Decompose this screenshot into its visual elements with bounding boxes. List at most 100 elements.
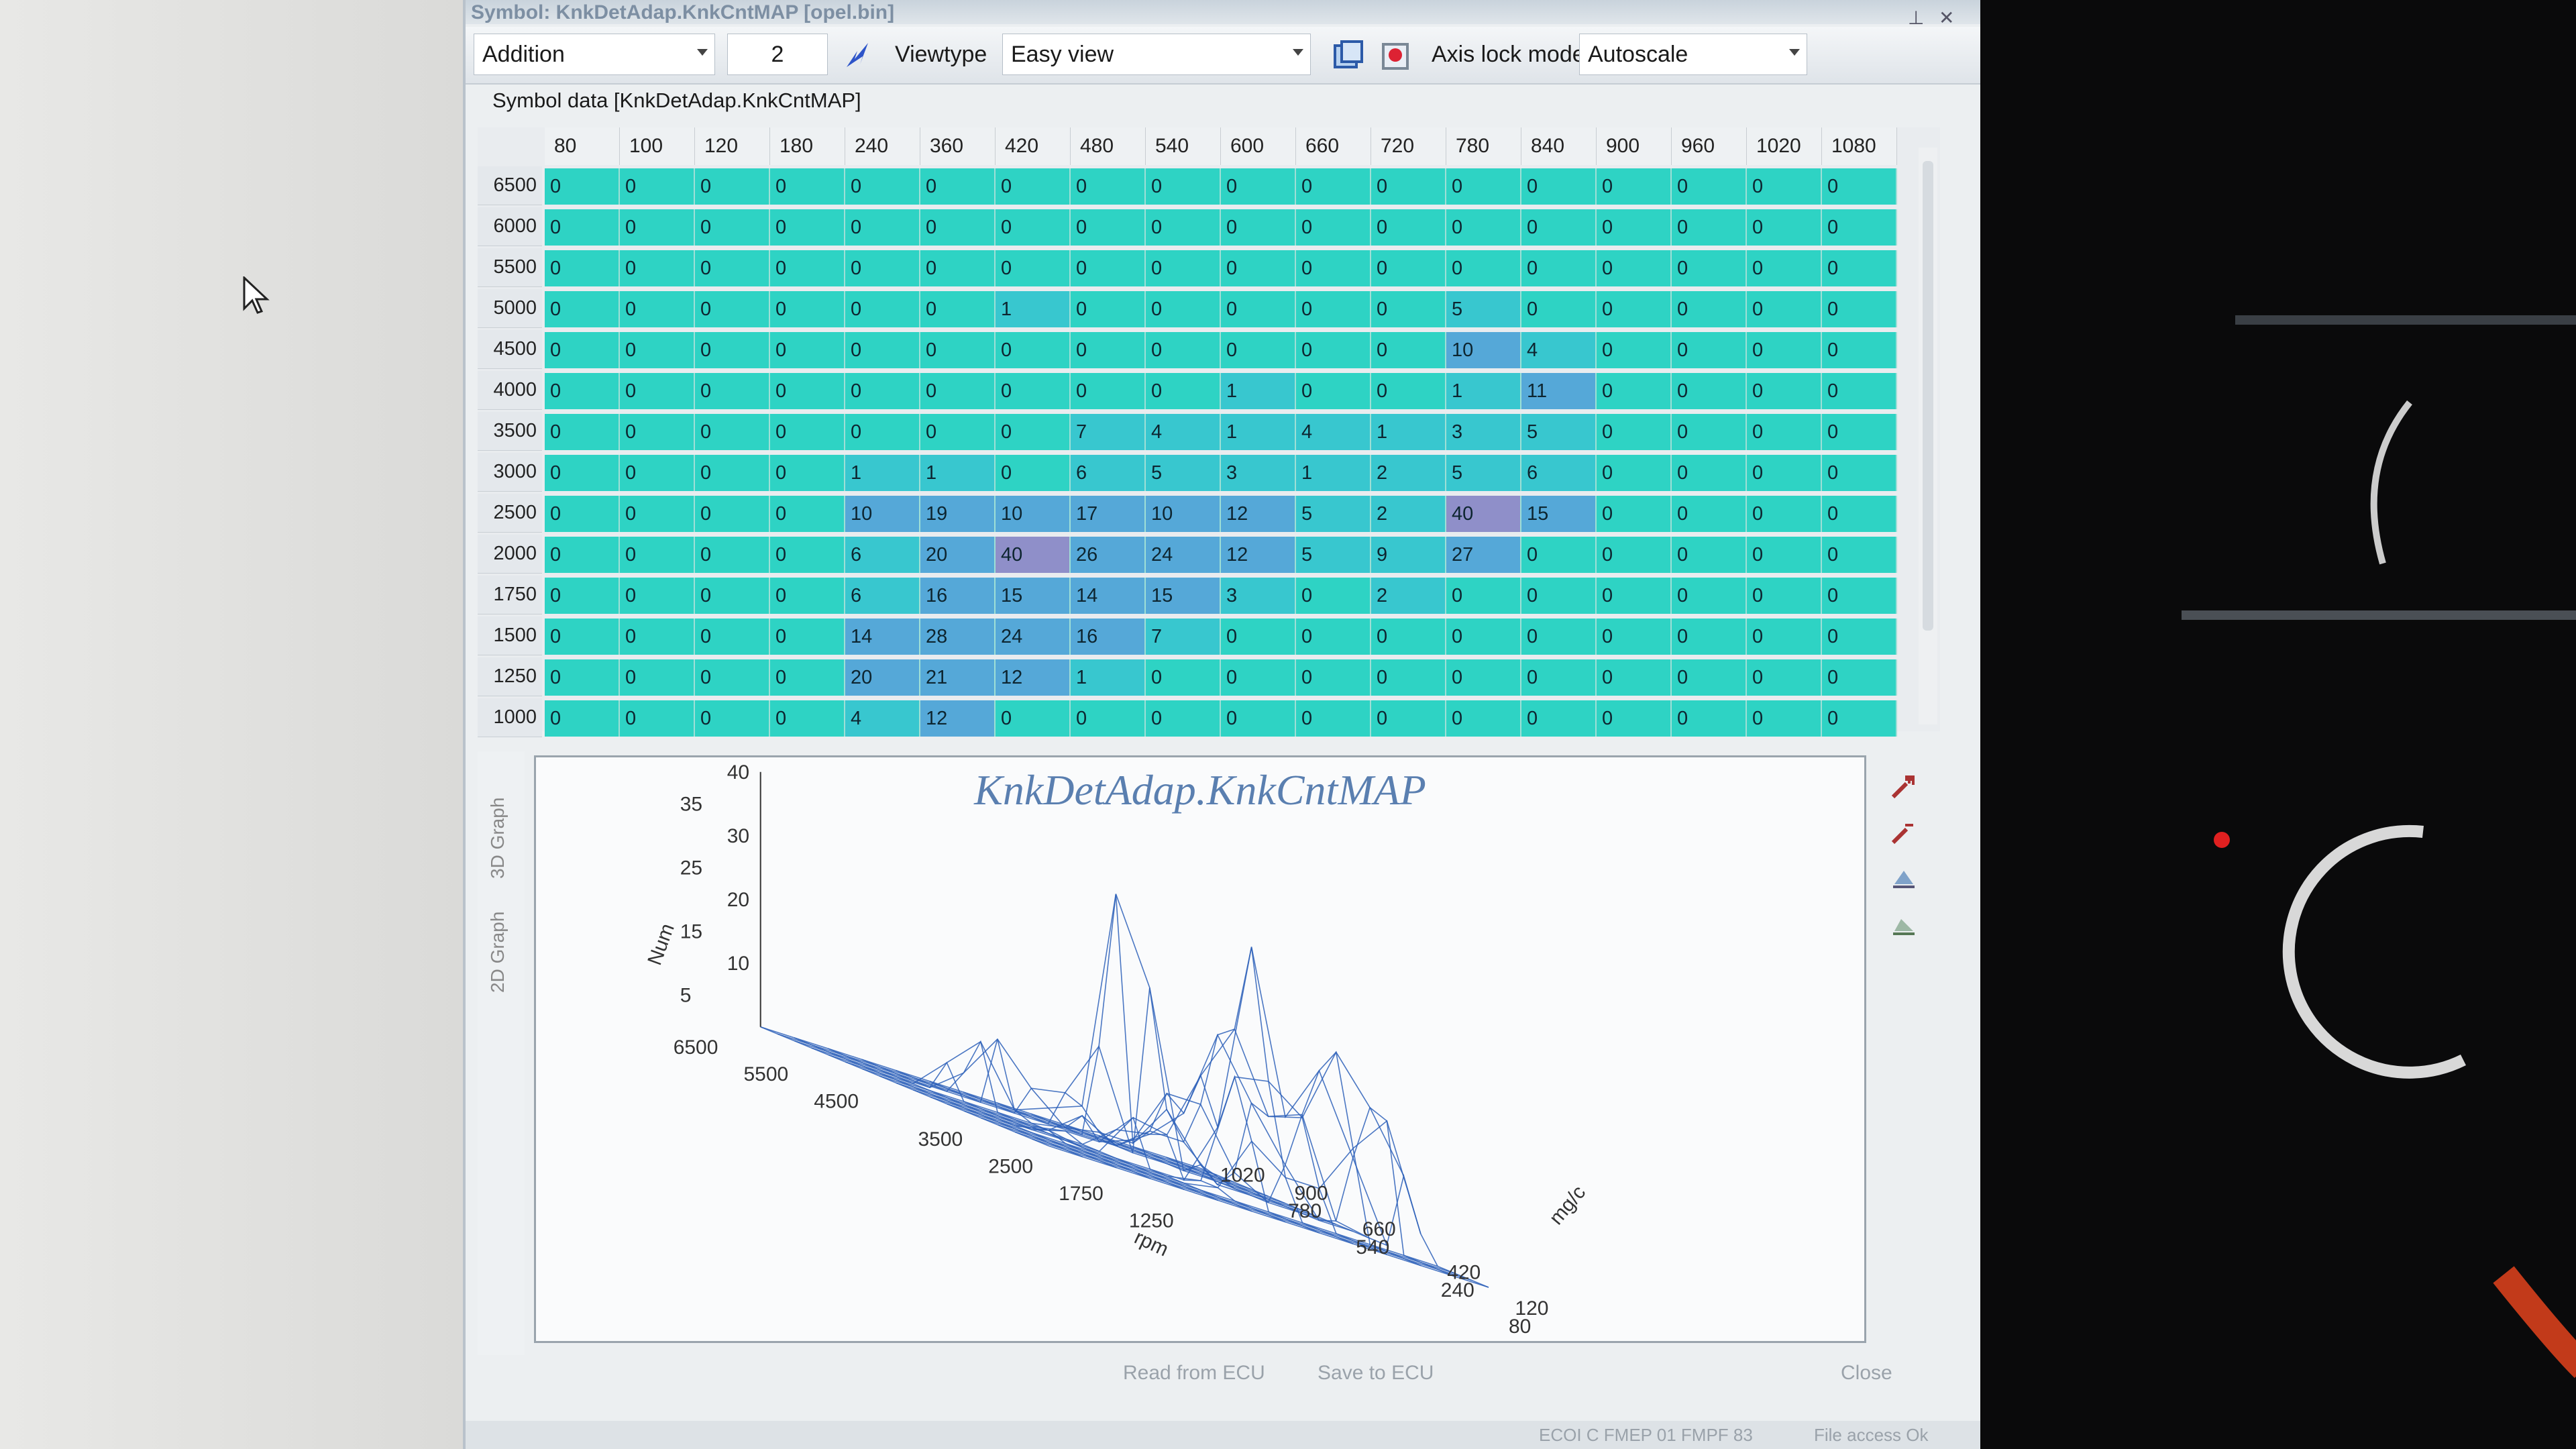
- map-cell[interactable]: 0: [1597, 250, 1672, 286]
- map-cell[interactable]: 0: [920, 332, 996, 368]
- map-cell[interactable]: 0: [1747, 373, 1822, 409]
- map-cell[interactable]: 0: [1822, 619, 1897, 655]
- tab-3d-graph[interactable]: 3D Graph: [487, 798, 508, 879]
- map-cell[interactable]: 0: [1446, 168, 1521, 205]
- map-cell[interactable]: 16: [1071, 619, 1146, 655]
- map-cell[interactable]: 0: [1146, 291, 1221, 327]
- map-cell[interactable]: 0: [620, 619, 695, 655]
- map-cell[interactable]: 0: [920, 209, 996, 246]
- map-cell[interactable]: 0: [1071, 373, 1146, 409]
- map-cell[interactable]: 14: [845, 619, 920, 655]
- map-cell[interactable]: 2: [1371, 578, 1446, 614]
- map-cell[interactable]: 0: [996, 414, 1071, 450]
- map-cell[interactable]: 0: [1822, 250, 1897, 286]
- map-cell[interactable]: 2: [1371, 496, 1446, 532]
- map-cell[interactable]: 0: [1747, 332, 1822, 368]
- map-cell[interactable]: 0: [1371, 659, 1446, 696]
- map-cell[interactable]: 0: [1672, 332, 1747, 368]
- map-cell[interactable]: 5: [1296, 537, 1371, 573]
- zoom-out-icon[interactable]: [1886, 814, 1921, 849]
- map-cell[interactable]: 0: [996, 168, 1071, 205]
- map-cell[interactable]: 28: [920, 619, 996, 655]
- map-cell[interactable]: 5: [1446, 291, 1521, 327]
- map-cell[interactable]: 10: [1146, 496, 1221, 532]
- map-cell[interactable]: 0: [545, 168, 620, 205]
- map-cell[interactable]: 0: [545, 619, 620, 655]
- map-cell[interactable]: 0: [1597, 700, 1672, 737]
- scrollbar-thumb[interactable]: [1923, 161, 1933, 631]
- operation-select[interactable]: Addition: [474, 34, 715, 75]
- map-cell[interactable]: 1: [1446, 373, 1521, 409]
- map-cell[interactable]: 0: [1146, 209, 1221, 246]
- map-cell[interactable]: 0: [1371, 373, 1446, 409]
- map-cell[interactable]: 0: [770, 250, 845, 286]
- map-cell[interactable]: 0: [620, 700, 695, 737]
- map-cell[interactable]: 0: [920, 291, 996, 327]
- map-cell[interactable]: 0: [1146, 659, 1221, 696]
- map-cell[interactable]: 2: [1371, 455, 1446, 491]
- map-cell[interactable]: 5: [1146, 455, 1221, 491]
- map-cell[interactable]: 5: [1296, 496, 1371, 532]
- map-cell[interactable]: 0: [770, 209, 845, 246]
- map-cell[interactable]: 0: [1822, 455, 1897, 491]
- map-cell[interactable]: 0: [1747, 659, 1822, 696]
- map-cell[interactable]: 10: [845, 496, 920, 532]
- map-cell[interactable]: 27: [1446, 537, 1521, 573]
- map-cell[interactable]: 0: [996, 250, 1071, 286]
- map-cell[interactable]: 0: [1446, 578, 1521, 614]
- map-cell[interactable]: 0: [845, 373, 920, 409]
- map-cell[interactable]: 0: [1597, 168, 1672, 205]
- map-cell[interactable]: 0: [620, 291, 695, 327]
- map-cell[interactable]: 21: [920, 659, 996, 696]
- map-cell[interactable]: 0: [620, 414, 695, 450]
- map-cell[interactable]: 0: [996, 209, 1071, 246]
- map-cell[interactable]: 0: [1597, 537, 1672, 573]
- map-cell[interactable]: 0: [1071, 209, 1146, 246]
- map-cell[interactable]: 0: [996, 455, 1071, 491]
- map-cell[interactable]: 0: [545, 373, 620, 409]
- map-cell[interactable]: 0: [545, 578, 620, 614]
- map-cell[interactable]: 0: [1296, 659, 1371, 696]
- map-cell[interactable]: 0: [1521, 168, 1597, 205]
- map-cell[interactable]: 0: [1146, 700, 1221, 737]
- map-cell[interactable]: 0: [695, 414, 770, 450]
- map-cell[interactable]: 0: [1747, 209, 1822, 246]
- map-cell[interactable]: 40: [996, 537, 1071, 573]
- map-cell[interactable]: 0: [1822, 414, 1897, 450]
- map-cell[interactable]: 0: [695, 578, 770, 614]
- map-cell[interactable]: 0: [1071, 700, 1146, 737]
- vertical-scrollbar[interactable]: [1919, 148, 1937, 724]
- map-cell[interactable]: 1: [996, 291, 1071, 327]
- close-icon[interactable]: ✕: [1939, 7, 1954, 29]
- map-cell[interactable]: 0: [1597, 291, 1672, 327]
- map-cell[interactable]: 0: [845, 332, 920, 368]
- map-cell[interactable]: 0: [770, 578, 845, 614]
- map-cell[interactable]: 0: [1747, 496, 1822, 532]
- map-cell[interactable]: 1: [920, 455, 996, 491]
- 3d-surface-plot[interactable]: KnkDetAdap.KnkCntMAP 40 30 20 10 35 25 15 5 Num 6…: [534, 755, 1866, 1343]
- map-cell[interactable]: 5: [1521, 414, 1597, 450]
- map-cell[interactable]: 3: [1221, 455, 1296, 491]
- copy-icon[interactable]: [1331, 38, 1366, 72]
- map-cell[interactable]: 0: [1521, 291, 1597, 327]
- map-cell[interactable]: 0: [1822, 537, 1897, 573]
- map-cell[interactable]: 0: [1296, 332, 1371, 368]
- map-cell[interactable]: 0: [1597, 414, 1672, 450]
- execute-icon[interactable]: [841, 38, 876, 72]
- map-cell[interactable]: 0: [1521, 659, 1597, 696]
- map-cell[interactable]: 0: [545, 700, 620, 737]
- map-cell[interactable]: 1: [1371, 414, 1446, 450]
- map-cell[interactable]: 0: [1371, 168, 1446, 205]
- map-cell[interactable]: 15: [1521, 496, 1597, 532]
- map-cell[interactable]: 0: [1822, 291, 1897, 327]
- map-cell[interactable]: 0: [1371, 332, 1446, 368]
- map-cell[interactable]: 16: [920, 578, 996, 614]
- map-cell[interactable]: 0: [1822, 659, 1897, 696]
- map-cell[interactable]: 0: [770, 537, 845, 573]
- map-cell[interactable]: 1: [1221, 373, 1296, 409]
- map-cell[interactable]: 0: [1747, 700, 1822, 737]
- map-cell[interactable]: 5: [1446, 455, 1521, 491]
- map-cell[interactable]: 0: [695, 291, 770, 327]
- map-cell[interactable]: 0: [1597, 496, 1672, 532]
- map-cell[interactable]: 0: [770, 700, 845, 737]
